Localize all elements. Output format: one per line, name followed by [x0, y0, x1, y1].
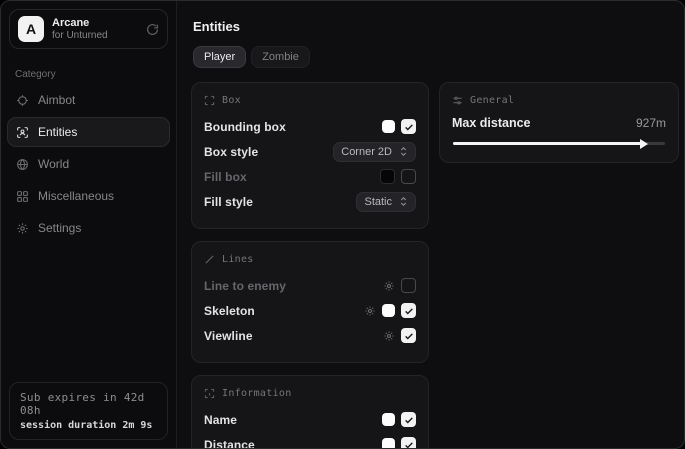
- tab-zombie[interactable]: Zombie: [251, 46, 310, 68]
- main-panel: Entities Player Zombie Box Bounding box: [177, 1, 685, 448]
- box-section: Box Bounding box Box style: [191, 82, 429, 229]
- sliders-icon: [452, 95, 463, 106]
- row-label: Box style: [204, 145, 258, 159]
- row-label: Fill style: [204, 195, 253, 209]
- dropdown-value: Corner 2D: [341, 146, 392, 158]
- sidebar-item-aimbot[interactable]: Aimbot: [7, 85, 170, 115]
- sidebar-item-label: Aimbot: [38, 93, 75, 107]
- setting-row-name: Name: [204, 409, 416, 430]
- slider-fill: [453, 142, 644, 145]
- diagonal-line-icon: [204, 254, 215, 265]
- app-name: Arcane: [52, 17, 138, 30]
- setting-row-fill-style: Fill style Static: [204, 191, 416, 212]
- general-section: General Max distance 927m: [439, 82, 679, 163]
- setting-row-skeleton: Skeleton: [204, 300, 416, 321]
- box-style-dropdown[interactable]: Corner 2D: [333, 142, 416, 162]
- row-label: Name: [204, 413, 237, 427]
- setting-row-box-style: Box style Corner 2D: [204, 141, 416, 162]
- session-duration-text: session duration 2m 9s: [20, 420, 157, 431]
- lines-section: Lines Line to enemy Skeleton: [191, 241, 429, 363]
- row-label: Viewline: [204, 329, 253, 343]
- max-distance-value: 927m: [636, 116, 666, 130]
- logo-card: A Arcane for Unturned: [9, 9, 168, 49]
- sidebar-item-settings[interactable]: Settings: [7, 213, 170, 243]
- sidebar-item-world[interactable]: World: [7, 149, 170, 179]
- sidebar-item-label: Entities: [38, 125, 77, 139]
- max-distance-slider[interactable]: [453, 138, 665, 148]
- row-settings-gear-icon[interactable]: [364, 305, 376, 317]
- sidebar-item-miscellaneous[interactable]: Miscellaneous: [7, 181, 170, 211]
- setting-row-bounding-box: Bounding box: [204, 116, 416, 137]
- app-subtitle: for Unturned: [52, 30, 138, 42]
- skeleton-checkbox[interactable]: [401, 303, 416, 318]
- entity-scan-icon: [16, 126, 29, 139]
- sidebar-item-label: Miscellaneous: [38, 189, 114, 203]
- name-checkbox[interactable]: [401, 412, 416, 427]
- dropdown-value: Static: [364, 196, 392, 208]
- distance-checkbox[interactable]: [401, 437, 416, 449]
- subscription-card: Sub expires in 42d 08h session duration …: [9, 382, 168, 440]
- slider-thumb[interactable]: [640, 139, 648, 149]
- row-settings-gear-icon[interactable]: [383, 280, 395, 292]
- app-window: A Arcane for Unturned Category Aimbot: [0, 0, 685, 449]
- tab-bar: Player Zombie: [193, 46, 679, 68]
- category-label: Category: [15, 69, 176, 80]
- info-scan-icon: [204, 388, 215, 399]
- max-distance-label: Max distance: [452, 116, 531, 130]
- sidebar-item-entities[interactable]: Entities: [7, 117, 170, 147]
- information-section: Information Name Distance: [191, 375, 429, 449]
- select-unfold-icon: [399, 196, 408, 207]
- section-title: General: [470, 95, 514, 106]
- gear-icon: [16, 222, 29, 235]
- fill-box-checkbox[interactable]: [401, 169, 416, 184]
- sidebar-item-label: Settings: [38, 221, 81, 235]
- grid-icon: [16, 190, 29, 203]
- sidebar-item-label: World: [38, 157, 69, 171]
- setting-row-distance: Distance: [204, 434, 416, 449]
- bounding-box-checkbox[interactable]: [401, 119, 416, 134]
- sidebar: A Arcane for Unturned Category Aimbot: [1, 1, 177, 448]
- crosshair-icon: [16, 94, 29, 107]
- row-label: Bounding box: [204, 120, 286, 134]
- setting-row-line-to-enemy: Line to enemy: [204, 275, 416, 296]
- row-label: Distance: [204, 438, 255, 449]
- sync-icon[interactable]: [146, 23, 159, 36]
- tab-player[interactable]: Player: [193, 46, 246, 68]
- fill-style-dropdown[interactable]: Static: [356, 192, 416, 212]
- section-title: Lines: [222, 254, 254, 265]
- line-to-enemy-checkbox[interactable]: [401, 278, 416, 293]
- row-label: Skeleton: [204, 304, 255, 318]
- globe-icon: [16, 158, 29, 171]
- section-title: Box: [222, 95, 241, 106]
- app-logo: A: [18, 16, 44, 42]
- page-title: Entities: [193, 19, 679, 34]
- select-unfold-icon: [399, 146, 408, 157]
- sidebar-nav: Aimbot Entities World Miscellaneous: [1, 84, 176, 244]
- row-label: Fill box: [204, 170, 247, 184]
- color-swatch[interactable]: [382, 304, 395, 317]
- setting-row-viewline: Viewline: [204, 325, 416, 346]
- section-title: Information: [222, 388, 292, 399]
- corners-icon: [204, 95, 215, 106]
- color-swatch[interactable]: [382, 120, 395, 133]
- color-swatch[interactable]: [382, 413, 395, 426]
- viewline-checkbox[interactable]: [401, 328, 416, 343]
- color-swatch[interactable]: [380, 169, 395, 184]
- color-swatch[interactable]: [382, 438, 395, 449]
- row-settings-gear-icon[interactable]: [383, 330, 395, 342]
- row-label: Line to enemy: [204, 279, 286, 293]
- setting-row-fill-box: Fill box: [204, 166, 416, 187]
- sub-expiry-text: Sub expires in 42d 08h: [20, 391, 157, 417]
